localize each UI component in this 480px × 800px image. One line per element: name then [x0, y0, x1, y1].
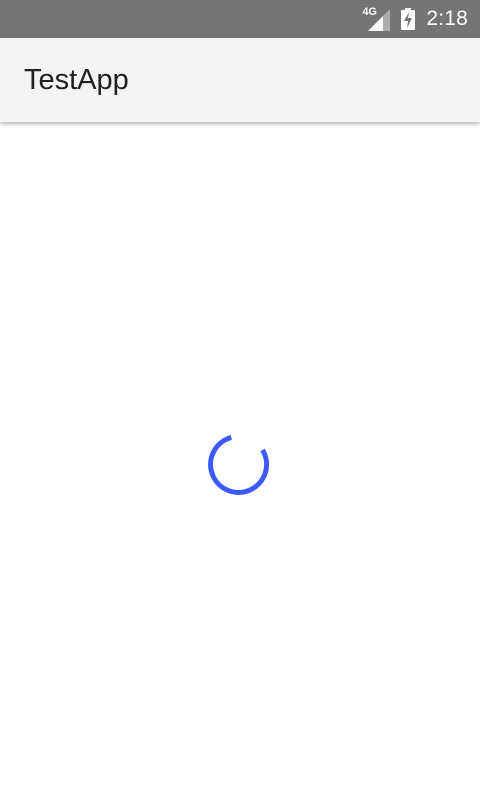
app-bar: TestApp	[0, 38, 480, 122]
status-icons: 4G 2:18	[362, 0, 468, 38]
status-bar: 4G 2:18	[0, 0, 480, 38]
app-title: TestApp	[24, 64, 129, 96]
status-time: 2:18	[426, 7, 468, 30]
content-area	[0, 122, 480, 800]
spinner-icon	[208, 434, 269, 495]
spinner-arc	[208, 434, 269, 495]
signal-icon	[368, 9, 391, 31]
battery-charging-icon	[401, 8, 416, 30]
network-indicator: 4G	[362, 7, 391, 31]
screen: 4G 2:18 TestApp	[0, 0, 480, 800]
